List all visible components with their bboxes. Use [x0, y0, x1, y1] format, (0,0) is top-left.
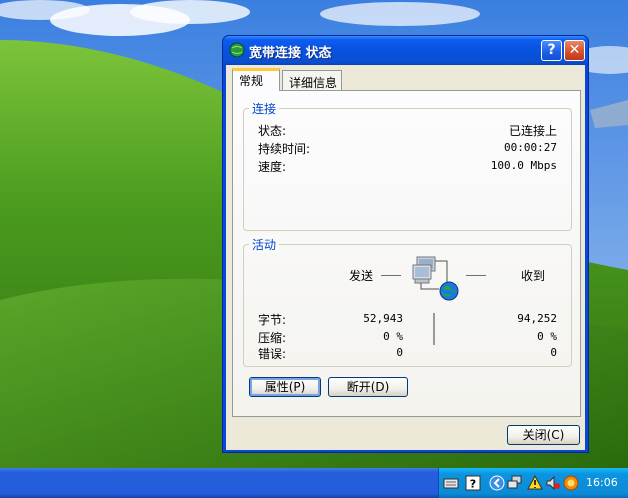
antivirus-icon[interactable]	[563, 475, 579, 491]
computer-network-icon	[412, 256, 459, 301]
sent-label: 发送	[349, 269, 374, 283]
status-label: 状态:	[258, 124, 287, 138]
help-button[interactable]: ?	[541, 40, 562, 61]
compression-received-value: 0 %	[537, 330, 557, 343]
close-button-label: 关闭	[522, 428, 547, 442]
sent-line	[381, 275, 401, 276]
disconnect-button[interactable]: 断开(D)	[328, 377, 408, 397]
errors-received-value: 0	[550, 346, 557, 359]
system-tray: ? 16:06	[438, 468, 628, 498]
taskbar-clock[interactable]: 16:06	[586, 476, 618, 489]
network-globe-icon	[229, 42, 245, 58]
connection-group: 连接 状态: 已连接上 持续时间: 00:00:27 速度: 100.0 Mbp…	[243, 100, 572, 231]
connection-legend: 连接	[249, 100, 280, 117]
taskbar: ? 16:06	[0, 468, 628, 498]
tab-general[interactable]: 常规	[232, 68, 280, 91]
properties-button-key: (P)	[288, 380, 306, 394]
properties-button-label: 属性	[264, 380, 289, 394]
speed-label: 速度:	[258, 160, 287, 174]
volume-icon[interactable]	[545, 475, 561, 491]
close-button[interactable]: 关闭(C)	[507, 425, 580, 445]
show-hidden-icon[interactable]	[489, 475, 505, 491]
window-title: 宽带连接 状态	[249, 46, 332, 61]
speed-value: 100.0 Mbps	[490, 159, 557, 172]
bytes-received-value: 94,252	[517, 312, 557, 325]
title-bar[interactable]: 宽带连接 状态 ? ✕	[223, 36, 588, 65]
disconnect-button-key: (D)	[370, 380, 390, 394]
dialog-client-area: 常规 详细信息 连接 状态: 已连接上 持续时间: 00:00:27 速度: 1…	[226, 65, 585, 450]
keyboard-icon[interactable]	[443, 475, 459, 491]
properties-button[interactable]: 属性(P)	[249, 377, 321, 397]
disconnect-button-label: 断开	[346, 380, 371, 394]
compression-sent-value: 0 %	[383, 330, 403, 343]
activity-divider	[433, 313, 435, 345]
connection-status-window: 宽带连接 状态 ? ✕ 常规 详细信息 连接 状态: 已连接上 持续时间: 00…	[222, 35, 589, 453]
warning-icon[interactable]	[527, 475, 543, 491]
duration-value: 00:00:27	[504, 141, 557, 154]
help-icon[interactable]: ?	[465, 475, 481, 491]
svg-text:?: ?	[470, 478, 476, 491]
network-icon[interactable]	[507, 475, 523, 491]
duration-label: 持续时间:	[258, 142, 311, 156]
activity-group: 活动 发送 收到 字节: 52,943 94,252 压缩: 0 % 0 % 错…	[243, 236, 572, 367]
status-value: 已连接上	[508, 124, 557, 138]
received-line	[466, 275, 486, 276]
errors-label: 错误:	[258, 347, 287, 361]
bytes-sent-value: 52,943	[363, 312, 403, 325]
errors-sent-value: 0	[396, 346, 403, 359]
close-window-button[interactable]: ✕	[564, 40, 585, 61]
activity-legend: 活动	[249, 236, 280, 253]
compression-label: 压缩:	[258, 331, 287, 345]
bytes-label: 字节:	[258, 313, 287, 327]
close-button-key: (C)	[546, 428, 565, 442]
tab-details[interactable]: 详细信息	[282, 70, 342, 90]
general-tab-panel: 连接 状态: 已连接上 持续时间: 00:00:27 速度: 100.0 Mbp…	[232, 90, 581, 417]
received-label: 收到	[521, 269, 546, 283]
